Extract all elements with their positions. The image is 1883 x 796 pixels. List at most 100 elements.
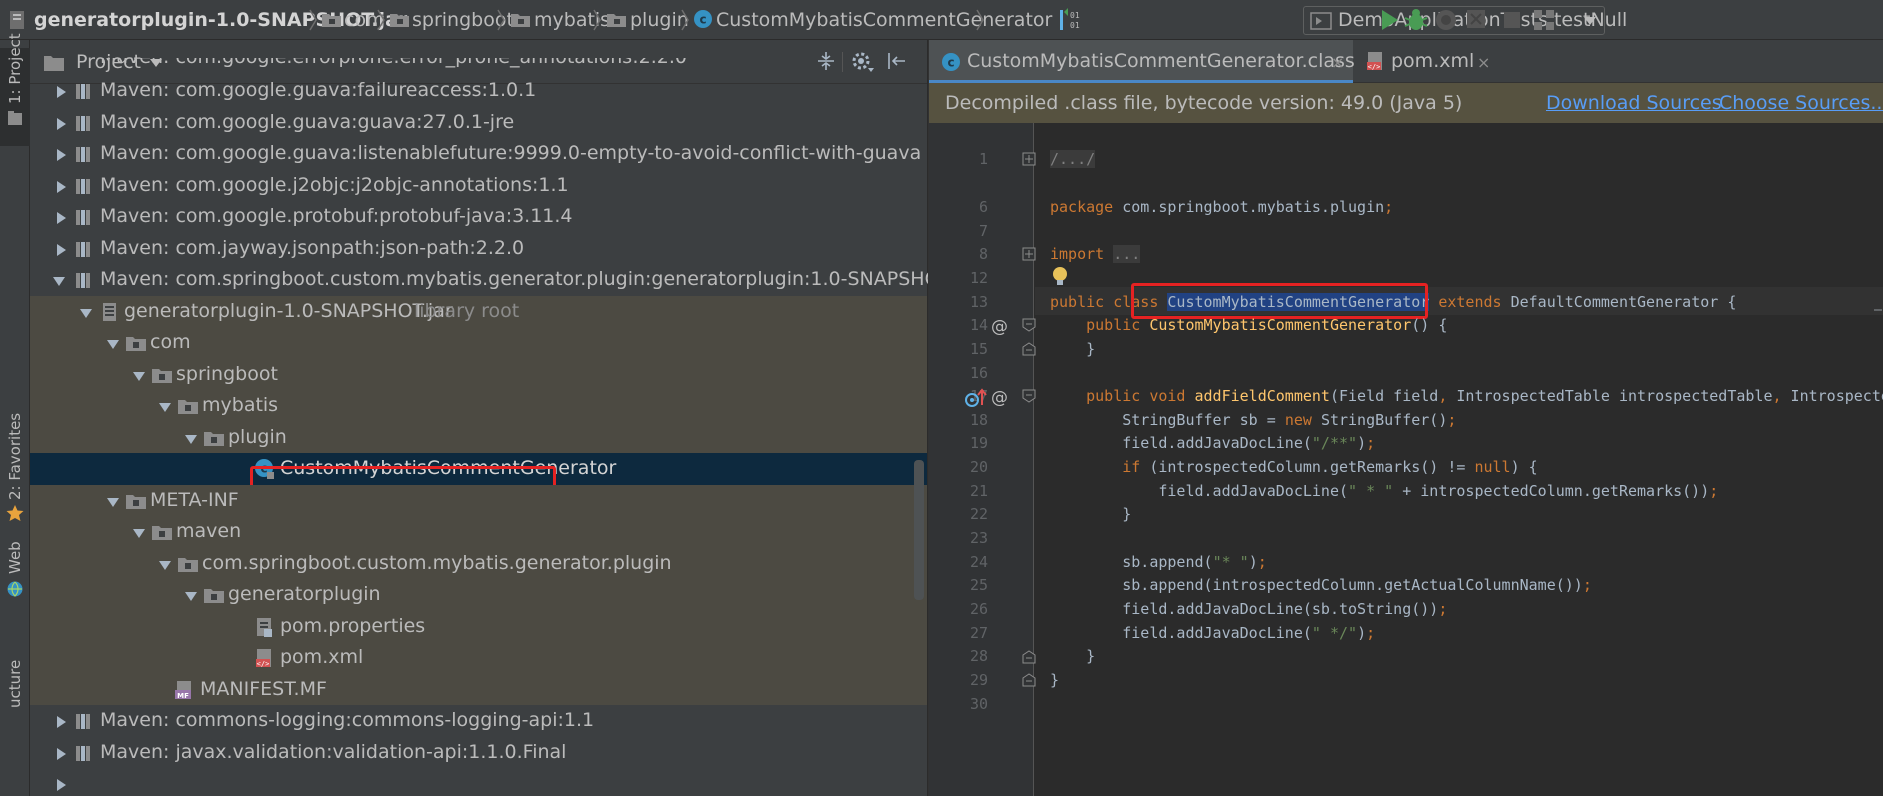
tree-row-maven-dir[interactable]: maven xyxy=(30,516,927,548)
code-line: sb.append(introspectedColumn.getActualCo… xyxy=(1050,576,1592,594)
chevron-down-icon[interactable] xyxy=(132,369,146,383)
chevron-right-icon[interactable] xyxy=(54,747,68,761)
tree-row-manifest[interactable]: MF MANIFEST.MF xyxy=(30,673,927,705)
project-tool-icon xyxy=(8,111,22,125)
globe-icon xyxy=(7,581,23,597)
tree-row-maven-validation[interactable]: Maven: javax.validation:validation-api:1… xyxy=(30,737,927,769)
fold-end-icon[interactable] xyxy=(1022,673,1036,687)
line-number: 28 xyxy=(969,647,988,665)
library-icon xyxy=(76,147,90,162)
tab-pom-xml[interactable]: </> pom.xml × xyxy=(1353,40,1501,83)
tree-row-maven-guava[interactable]: Maven: com.google.guava:guava:27.0.1-jre xyxy=(30,107,927,139)
chevron-right-icon[interactable] xyxy=(54,715,68,729)
tree-row-clipped[interactable]: Maven: com.google.errorprone:error_prone… xyxy=(30,58,927,74)
tree-row-maven-listenablefuture[interactable]: Maven: com.google.guava:listenablefuture… xyxy=(30,138,927,170)
tree-row-jar-root[interactable]: generatorplugin-1.0-SNAPSHOT.jar library… xyxy=(30,295,927,327)
web-tool-tab[interactable]: Web xyxy=(0,540,30,610)
tree-row-pkg-mybatis[interactable]: mybatis xyxy=(30,390,927,422)
chevron-right-icon[interactable] xyxy=(54,180,68,194)
tree-row-maven-failureaccess[interactable]: Maven: com.google.guava:failureaccess:1.… xyxy=(30,75,927,107)
line-number: 19 xyxy=(969,434,988,452)
test-config-icon xyxy=(1310,12,1332,30)
fold-expand-icon[interactable] xyxy=(1022,152,1036,166)
fold-collapse-icon[interactable] xyxy=(1022,389,1036,403)
chevron-down-icon[interactable] xyxy=(158,558,172,572)
tree-row-pkg-plugin[interactable]: plugin xyxy=(30,421,927,453)
chevron-down-icon[interactable] xyxy=(52,274,66,288)
run-with-coverage-icon[interactable] xyxy=(1432,6,1460,34)
fold-collapse-icon[interactable] xyxy=(1022,318,1036,332)
tree-row-pkg-com[interactable]: com xyxy=(30,327,927,359)
tree-row-clipped-bottom[interactable] xyxy=(30,768,927,796)
line-number: 21 xyxy=(969,482,988,500)
lightbulb-icon[interactable] xyxy=(1050,265,1070,289)
tree-row-pkg-springboot[interactable]: springboot xyxy=(30,358,927,390)
tree-row-maven-j2objc[interactable]: Maven: com.google.j2objc:j2objc-annotati… xyxy=(30,170,927,202)
tree-row-pom-properties[interactable]: pom.properties xyxy=(30,610,927,642)
download-sources-link[interactable]: Download Sources xyxy=(1546,83,1722,123)
fold-end-icon[interactable] xyxy=(1022,650,1036,664)
chevron-down-icon[interactable] xyxy=(184,589,198,603)
implements-method-icon[interactable] xyxy=(965,387,989,409)
chevron-down-icon[interactable] xyxy=(158,400,172,414)
package-icon xyxy=(152,368,172,383)
code-editor[interactable]: /.../ package com.springboot.mybatis.plu… xyxy=(1035,123,1883,796)
project-scrollbar[interactable] xyxy=(914,460,924,600)
project-structure-icon[interactable] xyxy=(1530,6,1558,34)
favorites-tool-tab[interactable]: 2: Favorites xyxy=(0,413,30,530)
tree-row-label: mybatis xyxy=(202,394,279,416)
code-line: } xyxy=(1050,505,1132,523)
library-icon xyxy=(76,115,90,131)
jar-icon xyxy=(103,302,116,321)
tree-row-generator-plugin-pkg[interactable]: com.springboot.custom.mybatis.generator.… xyxy=(30,547,927,579)
tree-row-label: Maven: com.google.j2objc:j2objc-annotati… xyxy=(100,173,569,196)
chevron-down-icon[interactable] xyxy=(184,432,198,446)
run-icon[interactable] xyxy=(1375,6,1403,34)
stop-icon[interactable] xyxy=(1498,6,1526,34)
tree-row-maven-generatorplugin[interactable]: Maven: com.springboot.custom.mybatis.gen… xyxy=(30,264,951,296)
debug-icon[interactable] xyxy=(1402,6,1430,34)
annotation-at-icon[interactable]: @ xyxy=(989,316,1009,336)
annotation-at-icon[interactable]: @ xyxy=(989,387,1009,407)
code-line: package com.springboot.mybatis.plugin; xyxy=(1050,198,1394,216)
folder-icon xyxy=(204,589,224,603)
close-icon[interactable]: × xyxy=(1331,53,1344,72)
profile-icon[interactable] xyxy=(1463,6,1491,34)
build-project-icon[interactable]: 0101 xyxy=(1058,6,1086,34)
chevron-down-icon[interactable] xyxy=(106,337,120,351)
chevron-down-icon[interactable] xyxy=(132,526,146,540)
chevron-right-icon[interactable] xyxy=(54,211,68,225)
tree-row-maven-jsonpath[interactable]: Maven: com.jayway.jsonpath:json-path:2.2… xyxy=(30,233,927,265)
tree-row-maven-protobuf[interactable]: Maven: com.google.protobuf:protobuf-java… xyxy=(30,201,927,233)
folder-icon xyxy=(178,557,198,572)
chevron-right-icon[interactable] xyxy=(54,148,68,162)
choose-sources-link[interactable]: Choose Sources... xyxy=(1719,83,1883,123)
chevron-right-icon[interactable] xyxy=(54,85,68,99)
structure-tool-tab[interactable]: ucture xyxy=(0,620,30,796)
class-icon: c xyxy=(942,53,960,71)
tab-custom-comment-generator-class[interactable]: c CustomMybatisCommentGenerator.class × xyxy=(929,40,1355,83)
tree-row-label: Maven: javax.validation:validation-api:1… xyxy=(100,740,567,763)
tree-row-pom-xml[interactable]: </> pom.xml xyxy=(30,642,927,674)
chevron-down-icon xyxy=(1584,17,1596,25)
chevron-right-icon[interactable] xyxy=(54,243,68,257)
breadcrumb-class[interactable]: CustomMybatisCommentGenerator xyxy=(716,0,1052,40)
fold-end-icon[interactable] xyxy=(1022,342,1036,356)
chevron-down-icon[interactable] xyxy=(79,306,93,320)
close-icon[interactable]: × xyxy=(1477,53,1490,72)
editor-tabs: c CustomMybatisCommentGenerator.class × … xyxy=(929,40,1883,83)
fold-expand-icon[interactable] xyxy=(1022,247,1036,261)
library-icon xyxy=(76,241,90,257)
library-icon xyxy=(76,84,90,99)
svg-text:</>: </> xyxy=(257,660,270,668)
chevron-right-icon[interactable] xyxy=(54,778,68,792)
code-line: field.addJavaDocLine(sb.toString()); xyxy=(1050,600,1448,618)
tree-row-generatorplugin-dir[interactable]: generatorplugin xyxy=(30,579,927,611)
chevron-right-icon[interactable] xyxy=(54,117,68,131)
line-number: 26 xyxy=(969,600,988,618)
project-tool-tab[interactable]: 1: Project xyxy=(0,33,30,146)
svg-text:</>: </> xyxy=(1368,63,1381,71)
tree-row-maven-commons-logging[interactable]: Maven: commons-logging:commons-logging-a… xyxy=(30,705,927,737)
tree-row-meta-inf[interactable]: META-INF xyxy=(30,484,927,516)
chevron-down-icon[interactable] xyxy=(106,495,120,509)
